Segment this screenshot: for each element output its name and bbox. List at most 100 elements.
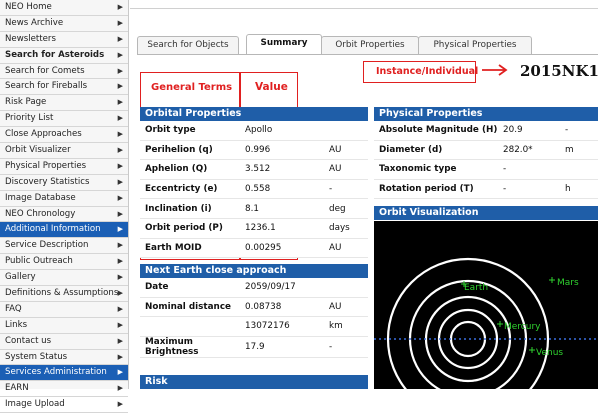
sidebar-item[interactable]: Services Administration ▶ <box>0 365 128 382</box>
mars-label: Mars <box>557 278 579 288</box>
sidebar-item[interactable]: Search for Asteroids ▶ <box>0 48 128 64</box>
sidebar-item[interactable]: System Status ▶ <box>0 350 128 366</box>
sidebar-item-label: NEO Home <box>5 2 52 12</box>
physical-property-row: Diameter (d) 282.0* m <box>374 140 598 160</box>
orbital-properties-title: Orbital Properties <box>140 107 368 121</box>
close-approach-value: 13072176 <box>245 321 290 332</box>
general-terms-annotation: General Terms <box>151 82 233 93</box>
orbital-property-label: Inclination (i) <box>145 203 212 214</box>
orbital-property-row: Orbit type Apollo <box>140 121 368 141</box>
chevron-right-icon: ▶ <box>117 257 123 266</box>
sidebar-item[interactable]: Contact us ▶ <box>0 334 128 350</box>
sidebar-item-label: Newsletters <box>5 33 56 44</box>
orbital-property-value: Apollo <box>245 125 273 136</box>
chevron-right-icon: ▶ <box>117 3 123 11</box>
sidebar-item-label: Priority List <box>5 113 54 124</box>
sidebar-item-label: Image Upload <box>5 399 65 410</box>
close-approach-label <box>140 317 240 337</box>
sidebar-item-label: News Archive <box>5 17 64 28</box>
object-designation: 2015NK13 <box>520 62 598 80</box>
sidebar-item[interactable]: NEO Home ▶ <box>0 0 128 16</box>
chevron-right-icon: ▶ <box>117 209 123 218</box>
tab-search-for-objects[interactable]: Search for Objects <box>137 36 239 54</box>
chevron-right-icon: ▶ <box>117 161 123 170</box>
close-approach-label: Nominal distance <box>145 301 231 312</box>
sidebar-item[interactable]: Service Description ▶ <box>0 238 128 255</box>
tab-physical-properties[interactable]: Physical Properties <box>418 36 532 54</box>
arrow-right-icon <box>482 64 508 76</box>
orbital-property-unit: AU <box>329 164 342 175</box>
chevron-right-icon: ▶ <box>117 177 123 186</box>
sidebar-item[interactable]: Image Upload ▶ <box>0 397 128 413</box>
sidebar-item[interactable]: Additional Information ▶ <box>0 222 128 239</box>
sidebar-item-label: Risk Page <box>5 97 47 108</box>
close-approach-row: Date 2059/09/17 <box>140 278 368 298</box>
close-approach-row: Maximum Brightness 17.9 - <box>140 336 368 358</box>
sidebar-item[interactable]: Orbit Visualizer ▶ <box>0 143 128 159</box>
sidebar-item-label: Contact us <box>5 335 52 346</box>
close-approach-table: Date 2059/09/17 Nominal distance 0.08738 AU 1… <box>140 278 368 358</box>
sidebar-item[interactable]: Discovery Statistics ▶ <box>0 175 128 191</box>
orbital-property-label: Orbit period (P) <box>145 223 223 234</box>
orbit-canvas[interactable]: Earth Mars Mercury Venus <box>374 221 598 413</box>
sidebar-item[interactable]: Search for Comets ▶ <box>0 64 128 80</box>
orbital-property-label: Perihelion (q) <box>145 144 213 155</box>
orbital-property-value: 0.996 <box>245 144 271 155</box>
sidebar-item[interactable]: FAQ ▶ <box>0 302 128 318</box>
sidebar-item-label: Search for Asteroids <box>5 49 105 60</box>
chevron-right-icon: ▶ <box>117 320 123 329</box>
chevron-right-icon: ▶ <box>117 18 123 27</box>
sidebar-item-label: Discovery Statistics <box>5 176 90 187</box>
chevron-right-icon: ▶ <box>117 225 123 234</box>
orbital-property-value: 0.558 <box>245 184 271 195</box>
sidebar-item-label: Gallery <box>5 272 36 283</box>
sidebar-item[interactable]: Physical Properties ▶ <box>0 159 128 175</box>
chevron-right-icon: ▶ <box>117 146 123 155</box>
orbital-property-row: Orbit period (P) 1236.1 days <box>140 218 368 239</box>
chevron-right-icon: ▶ <box>117 336 123 345</box>
sidebar-item[interactable]: Definitions & Assumptions ▶ <box>0 286 128 302</box>
close-approach-value: 0.08738 <box>245 301 282 312</box>
orbital-property-label: Eccentricty (e) <box>145 184 218 195</box>
orbital-properties-panel: Orbital Properties Orbit type Apollo Perih… <box>140 107 368 259</box>
close-approach-label: Maximum Brightness <box>145 336 199 357</box>
chevron-right-icon: ▶ <box>117 114 123 123</box>
sidebar-item-label: Additional Information <box>5 224 101 235</box>
orbital-property-row: Aphelion (Q) 3.512 AU <box>140 160 368 180</box>
sidebar-item[interactable]: Gallery ▶ <box>0 270 128 287</box>
sidebar-item[interactable]: Image Database ▶ <box>0 191 128 207</box>
risk-title: Risk <box>140 375 368 389</box>
sidebar-item-label: Links <box>5 319 28 330</box>
sidebar-item-label: Physical Properties <box>5 160 87 171</box>
sidebar-item[interactable]: Links ▶ <box>0 318 128 334</box>
sidebar-item[interactable]: Newsletters ▶ <box>0 32 128 48</box>
orbital-property-row: Perihelion (q) 0.996 AU <box>140 140 368 160</box>
sidebar-item-label: Definitions & Assumptions <box>5 288 119 299</box>
sidebar-item[interactable]: Public Outreach ▶ <box>0 254 128 271</box>
close-approach-row: 13072176 km <box>140 317 368 337</box>
chevron-right-icon: ▶ <box>117 368 123 377</box>
value-annotation: Value <box>255 81 288 93</box>
sidebar-item-label: Search for Fireballs <box>5 81 88 92</box>
sidebar-item[interactable]: Search for Fireballs ▶ <box>0 79 128 96</box>
top-divider <box>130 8 598 9</box>
risk-panel: Risk <box>140 375 368 389</box>
sidebar-item-label: Close Approaches <box>5 129 82 140</box>
sidebar-item[interactable]: EARN ▶ <box>0 381 128 398</box>
orbital-property-value: 3.512 <box>245 164 271 175</box>
orbital-property-unit: deg <box>329 203 346 214</box>
tab-orbit-properties[interactable]: Orbit Properties <box>321 36 419 54</box>
chevron-right-icon: ▶ <box>117 289 123 298</box>
sidebar-item-label: System Status <box>5 351 68 362</box>
sidebar-item[interactable]: Close Approaches ▶ <box>0 127 128 144</box>
orbit-diagram: Earth Mars Mercury Venus <box>374 257 598 413</box>
sidebar-item[interactable]: NEO Chronology ▶ <box>0 207 128 223</box>
orbital-property-value: 0.00295 <box>245 242 282 253</box>
orbital-property-value: 1236.1 <box>245 223 276 234</box>
tab-summary[interactable]: Summary <box>246 34 322 55</box>
sidebar-item[interactable]: Priority List ▶ <box>0 111 128 128</box>
sidebar-item[interactable]: News Archive ▶ <box>0 16 128 32</box>
sidebar-item[interactable]: Risk Page ▶ <box>0 95 128 112</box>
chevron-right-icon: ▶ <box>117 273 123 282</box>
close-approach-row: Nominal distance 0.08738 AU <box>140 297 368 317</box>
